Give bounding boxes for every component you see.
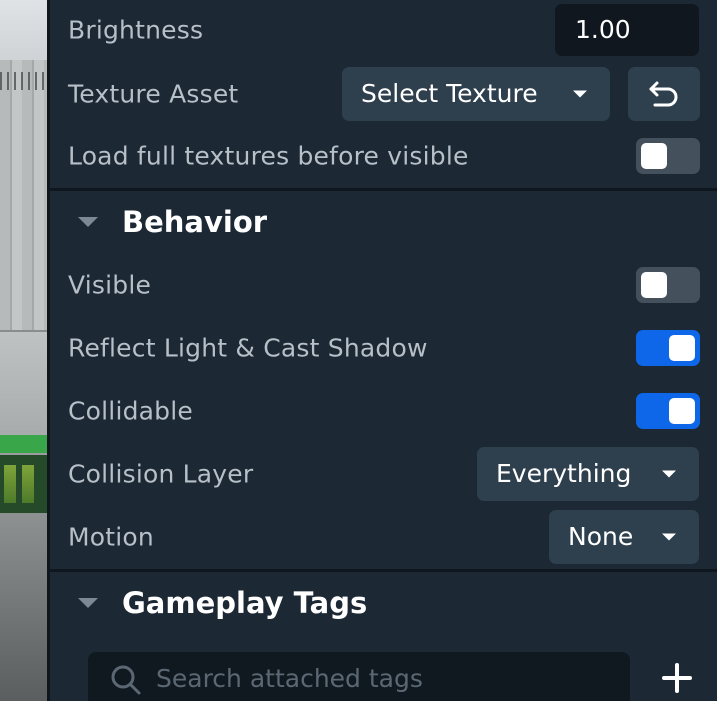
toggle-knob bbox=[641, 272, 667, 298]
texture-select-value: Select Texture bbox=[361, 79, 538, 108]
caret-down-icon[interactable] bbox=[78, 598, 98, 608]
toggle-knob bbox=[641, 143, 667, 169]
search-icon bbox=[111, 665, 141, 695]
plus-icon bbox=[662, 663, 692, 693]
load-full-textures-row: Load full textures before visible bbox=[50, 130, 717, 182]
reflect-light-label: Reflect Light & Cast Shadow bbox=[68, 333, 428, 363]
motion-label: Motion bbox=[68, 522, 154, 552]
section-divider bbox=[50, 188, 717, 191]
collidable-toggle[interactable] bbox=[636, 393, 700, 429]
texture-asset-label: Texture Asset bbox=[68, 79, 239, 109]
section-divider bbox=[50, 569, 717, 572]
load-full-textures-toggle[interactable] bbox=[636, 138, 700, 174]
collidable-label: Collidable bbox=[68, 396, 193, 426]
viewport-ground bbox=[0, 513, 47, 701]
viewport-sky bbox=[0, 0, 47, 60]
viewport-window bbox=[0, 455, 47, 513]
visible-toggle[interactable] bbox=[636, 267, 700, 303]
undo-arrow-icon bbox=[649, 81, 678, 107]
visible-row: Visible bbox=[50, 259, 717, 311]
collision-layer-label: Collision Layer bbox=[68, 459, 254, 489]
behavior-section-title: Behavior bbox=[122, 205, 268, 239]
chevron-down-icon bbox=[662, 533, 676, 541]
chevron-down-icon bbox=[662, 470, 676, 478]
texture-select-dropdown[interactable]: Select Texture bbox=[342, 67, 610, 121]
collidable-row: Collidable bbox=[50, 385, 717, 437]
add-tag-button[interactable] bbox=[655, 656, 699, 700]
editor-window: Brightness 1.00 Texture Asset Select Tex… bbox=[0, 0, 717, 701]
motion-dropdown[interactable]: None bbox=[549, 510, 699, 564]
visible-label: Visible bbox=[68, 270, 152, 300]
load-full-textures-label: Load full textures before visible bbox=[68, 141, 469, 171]
tag-search-box[interactable] bbox=[88, 652, 630, 701]
chevron-down-icon bbox=[573, 90, 587, 98]
scene-viewport[interactable] bbox=[0, 0, 47, 701]
gameplay-tags-section-header[interactable]: Gameplay Tags bbox=[50, 577, 717, 629]
brightness-label: Brightness bbox=[68, 15, 204, 45]
viewport-window-pane bbox=[4, 465, 16, 503]
motion-row: Motion None bbox=[50, 510, 717, 564]
caret-down-icon[interactable] bbox=[78, 217, 98, 227]
gameplay-tags-section-title: Gameplay Tags bbox=[122, 586, 368, 620]
brightness-input[interactable]: 1.00 bbox=[555, 4, 699, 56]
viewport-railing bbox=[0, 72, 47, 90]
collision-layer-value: Everything bbox=[496, 459, 632, 488]
texture-asset-row: Texture Asset Select Texture bbox=[50, 67, 717, 121]
reflect-light-row: Reflect Light & Cast Shadow bbox=[50, 322, 717, 374]
collision-layer-dropdown[interactable]: Everything bbox=[477, 447, 699, 501]
brightness-row: Brightness 1.00 bbox=[50, 4, 717, 56]
reset-texture-button[interactable] bbox=[628, 67, 700, 121]
toggle-knob bbox=[669, 335, 695, 361]
behavior-section-header[interactable]: Behavior bbox=[50, 196, 717, 248]
viewport-building-columns bbox=[0, 60, 47, 330]
collision-layer-row: Collision Layer Everything bbox=[50, 447, 717, 501]
viewport-green-trim bbox=[0, 435, 47, 453]
tag-search-input[interactable] bbox=[156, 652, 606, 701]
properties-panel: Brightness 1.00 Texture Asset Select Tex… bbox=[47, 0, 717, 701]
viewport-wall bbox=[0, 330, 47, 437]
reflect-light-toggle[interactable] bbox=[636, 330, 700, 366]
motion-value: None bbox=[568, 522, 634, 551]
toggle-knob bbox=[669, 398, 695, 424]
viewport-window-pane bbox=[22, 465, 34, 503]
